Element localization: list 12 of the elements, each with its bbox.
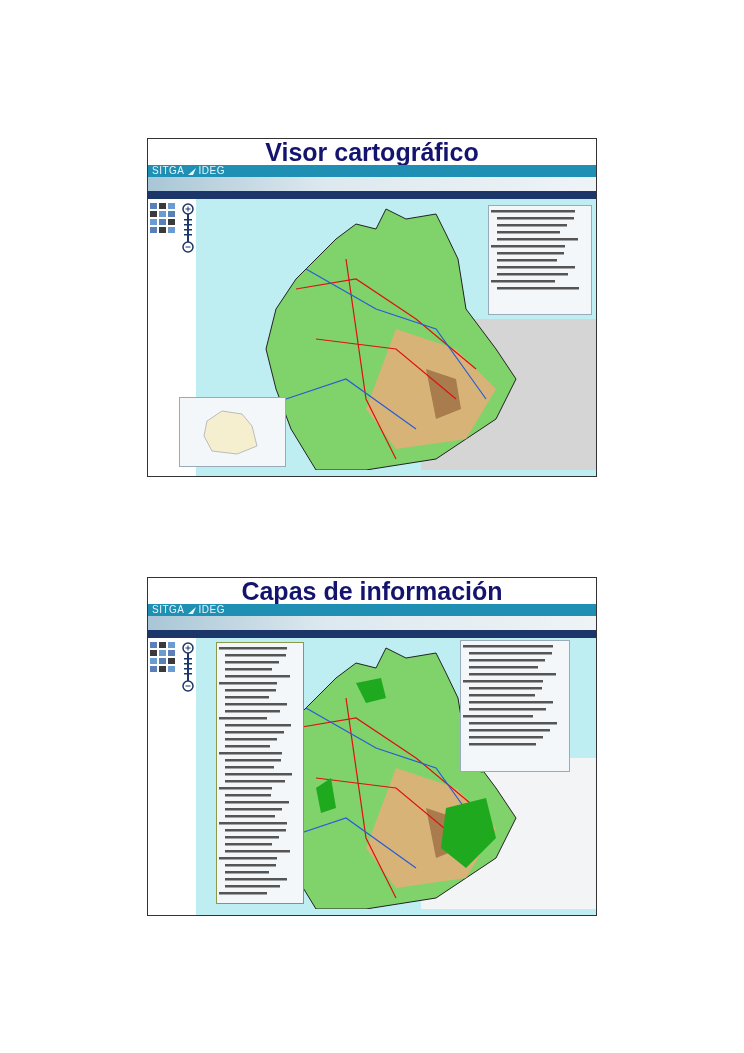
logo-text: SITGA — [152, 165, 185, 177]
logo-text: SITGA — [152, 604, 185, 616]
tool-icons-drawing — [150, 642, 177, 674]
zoom-slider-drawing[interactable] — [182, 642, 194, 692]
tool-icons-drawing — [150, 203, 177, 235]
logo-icon — [187, 167, 196, 175]
zoom-slider-drawing[interactable] — [182, 203, 194, 253]
slide-title: Capas de información — [241, 578, 503, 604]
logo-text: IDEG — [198, 165, 225, 177]
logo-icon — [187, 606, 196, 614]
slide-title: Visor cartográfico — [265, 139, 479, 165]
logo-text: IDEG — [198, 604, 225, 616]
